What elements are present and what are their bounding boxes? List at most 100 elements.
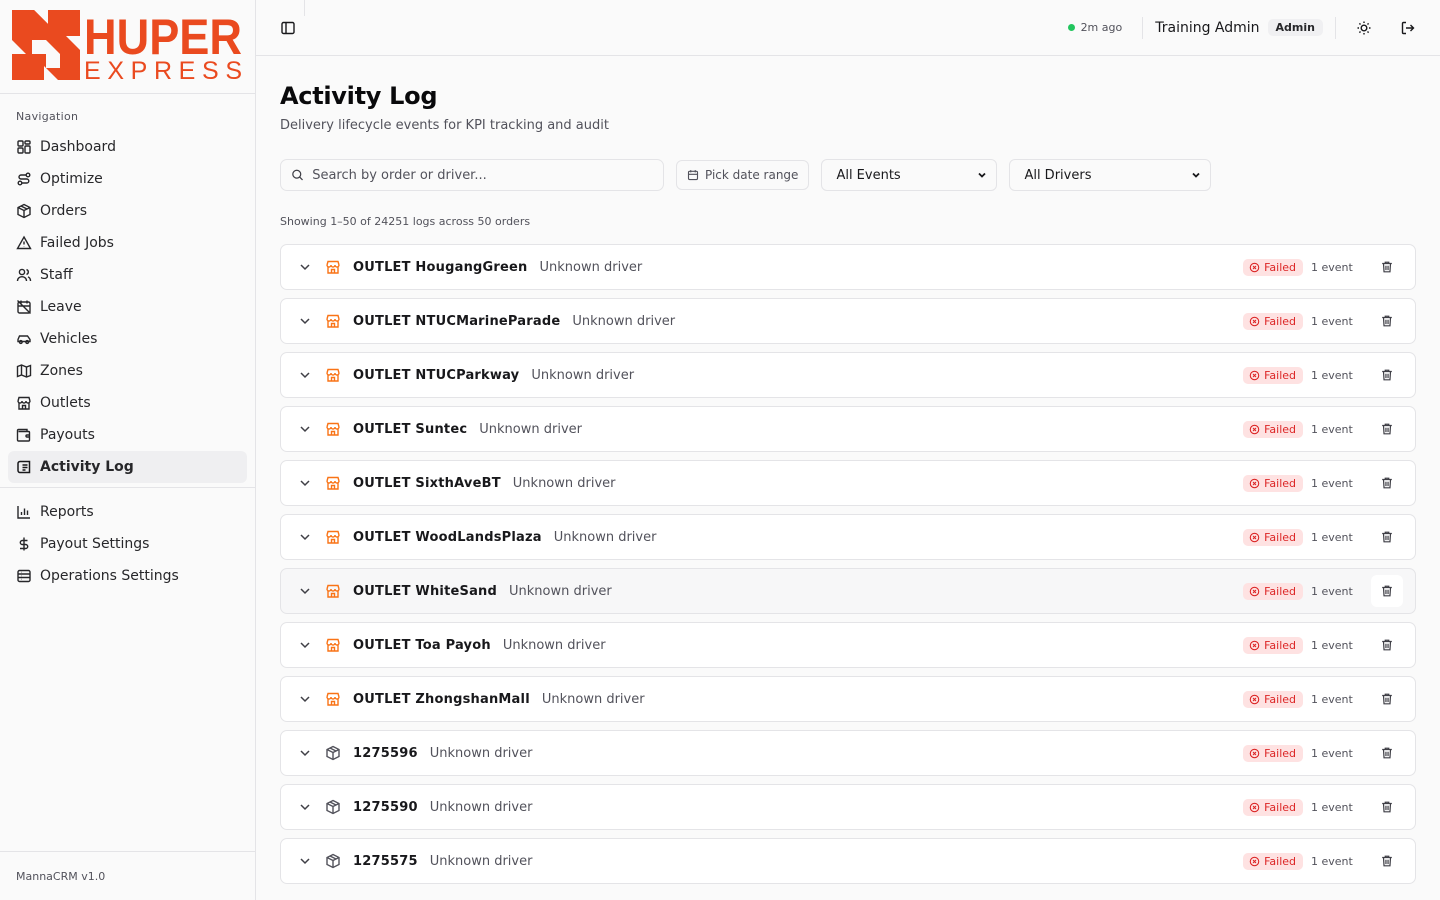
dashboard-icon <box>17 140 31 154</box>
sidebar-item-outlets[interactable]: Outlets <box>8 387 247 419</box>
sidebar-item-payouts[interactable]: Payouts <box>8 419 247 451</box>
status-badge: Failed <box>1243 636 1303 654</box>
delete-button[interactable] <box>1371 629 1403 661</box>
page-content: Activity Log Delivery lifecycle events f… <box>256 56 1440 884</box>
log-group-row[interactable]: OUTLET Suntec Unknown driver Failed 1 ev… <box>280 406 1416 452</box>
sidebar-item-dashboard[interactable]: Dashboard <box>8 131 247 163</box>
sidebar-item-staff[interactable]: Staff <box>8 259 247 291</box>
x-circle-icon <box>1249 424 1260 434</box>
chevron-down-icon[interactable] <box>297 529 313 545</box>
delete-button[interactable] <box>1371 467 1403 499</box>
delete-button[interactable] <box>1371 737 1403 769</box>
log-group-row[interactable]: OUTLET WhiteSand Unknown driver Failed 1… <box>280 568 1416 614</box>
theme-toggle-button[interactable] <box>1348 12 1380 44</box>
driver-filter-select[interactable]: All Drivers <box>1009 159 1212 191</box>
delete-button[interactable] <box>1371 683 1403 715</box>
sync-status-text: 2m ago <box>1080 21 1123 34</box>
row-meta: Failed 1 event <box>1243 845 1403 877</box>
x-circle-icon <box>1249 856 1260 866</box>
log-group-row[interactable]: 1275575 Unknown driver Failed 1 event <box>280 838 1416 884</box>
chevron-down-icon[interactable] <box>297 421 313 437</box>
bar-chart-icon <box>17 506 30 519</box>
delete-button[interactable] <box>1371 575 1403 607</box>
event-count: 1 event <box>1311 422 1353 436</box>
toggle-sidebar-button[interactable] <box>272 12 304 44</box>
log-group-row[interactable]: 1275590 Unknown driver Failed 1 event <box>280 784 1416 830</box>
chevron-down-icon[interactable] <box>297 799 313 815</box>
wallet-icon <box>16 428 31 442</box>
user-menu[interactable]: Training Admin Admin <box>1155 19 1335 36</box>
event-count: 1 event <box>1311 530 1353 544</box>
trash-icon <box>1382 261 1392 273</box>
log-group-row[interactable]: OUTLET NTUCParkway Unknown driver Failed… <box>280 352 1416 398</box>
sidebar-item-label: Payout Settings <box>40 536 150 552</box>
chevron-down-icon[interactable] <box>297 853 313 869</box>
delete-button[interactable] <box>1371 413 1403 445</box>
logout-button[interactable] <box>1392 12 1424 44</box>
log-group-row[interactable]: OUTLET ZhongshanMall Unknown driver Fail… <box>280 676 1416 722</box>
sidebar-item-payout-settings[interactable]: Payout Settings <box>8 528 247 560</box>
chevron-down-icon[interactable] <box>297 583 313 599</box>
log-group-row[interactable]: OUTLET Toa Payoh Unknown driver Failed 1… <box>280 622 1416 668</box>
chevron-down-icon[interactable] <box>297 745 313 761</box>
log-group-row[interactable]: OUTLET WoodLandsPlaza Unknown driver Fai… <box>280 514 1416 560</box>
brand-logo[interactable]: HUPER EXPRESS <box>0 0 255 94</box>
log-group-row[interactable]: 1275596 Unknown driver Failed 1 event <box>280 730 1416 776</box>
chevron-down-icon[interactable] <box>297 691 313 707</box>
chevron-down-icon[interactable] <box>297 637 313 653</box>
status-badge: Failed <box>1243 744 1303 762</box>
warning-icon <box>16 235 32 250</box>
x-circle-icon <box>1249 316 1260 326</box>
chevron-down-icon[interactable] <box>297 475 313 491</box>
status-badge: Failed <box>1243 690 1303 708</box>
delete-button[interactable] <box>1371 521 1403 553</box>
chevron-down-icon[interactable] <box>297 259 313 275</box>
sidebar-item-vehicles[interactable]: Vehicles <box>8 323 247 355</box>
calendar-icon <box>687 170 699 181</box>
row-meta: Failed 1 event <box>1243 629 1403 661</box>
status-text: Failed <box>1264 422 1296 436</box>
sun-icon <box>1357 21 1371 34</box>
trash-icon <box>1382 369 1392 381</box>
trash-icon <box>1382 315 1392 327</box>
search-icon <box>292 169 303 181</box>
delete-button[interactable] <box>1371 359 1403 391</box>
status-text: Failed <box>1264 584 1296 598</box>
sidebar-item-reports[interactable]: Reports <box>8 496 247 528</box>
log-group-row[interactable]: OUTLET HougangGreen Unknown driver Faile… <box>280 244 1416 290</box>
row-driver: Unknown driver <box>541 691 645 707</box>
calendar-off-icon <box>17 300 31 314</box>
sidebar-item-zones[interactable]: Zones <box>8 355 247 387</box>
delete-button[interactable] <box>1371 251 1403 283</box>
topbar-separator <box>1142 16 1144 39</box>
row-meta: Failed 1 event <box>1243 791 1403 823</box>
status-text: Failed <box>1264 314 1296 328</box>
row-meta: Failed 1 event <box>1243 467 1403 499</box>
date-range-button[interactable]: Pick date range <box>676 160 810 190</box>
delete-button[interactable] <box>1371 791 1403 823</box>
sidebar-item-optimize[interactable]: Optimize <box>8 163 247 195</box>
sidebar-item-operations-settings[interactable]: Operations Settings <box>8 560 247 592</box>
delete-button[interactable] <box>1371 305 1403 337</box>
chevron-down-icon[interactable] <box>297 367 313 383</box>
row-title: OUTLET NTUCParkway <box>353 367 520 383</box>
event-filter-select[interactable]: All Events <box>821 159 998 191</box>
trash-icon <box>1382 693 1392 705</box>
store-icon <box>326 530 340 544</box>
package-icon <box>17 203 31 219</box>
sidebar-item-activity-log[interactable]: Activity Log <box>8 451 247 483</box>
row-title: OUTLET Suntec <box>353 421 468 437</box>
row-meta: Failed 1 event <box>1243 413 1403 445</box>
log-group-row[interactable]: OUTLET SixthAveBT Unknown driver Failed … <box>280 460 1416 506</box>
search-box[interactable] <box>280 159 664 191</box>
delete-button[interactable] <box>1371 845 1403 877</box>
trash-icon <box>1382 423 1392 435</box>
chevron-down-icon[interactable] <box>297 313 313 329</box>
log-group-row[interactable]: OUTLET NTUCMarineParade Unknown driver F… <box>280 298 1416 344</box>
search-input[interactable] <box>312 167 653 183</box>
row-title: OUTLET WoodLandsPlaza <box>353 529 542 545</box>
row-driver: Unknown driver <box>531 367 635 383</box>
sidebar-item-failed-jobs[interactable]: Failed Jobs <box>8 227 247 259</box>
sidebar-item-orders[interactable]: Orders <box>8 195 247 227</box>
sidebar-item-leave[interactable]: Leave <box>8 291 247 323</box>
